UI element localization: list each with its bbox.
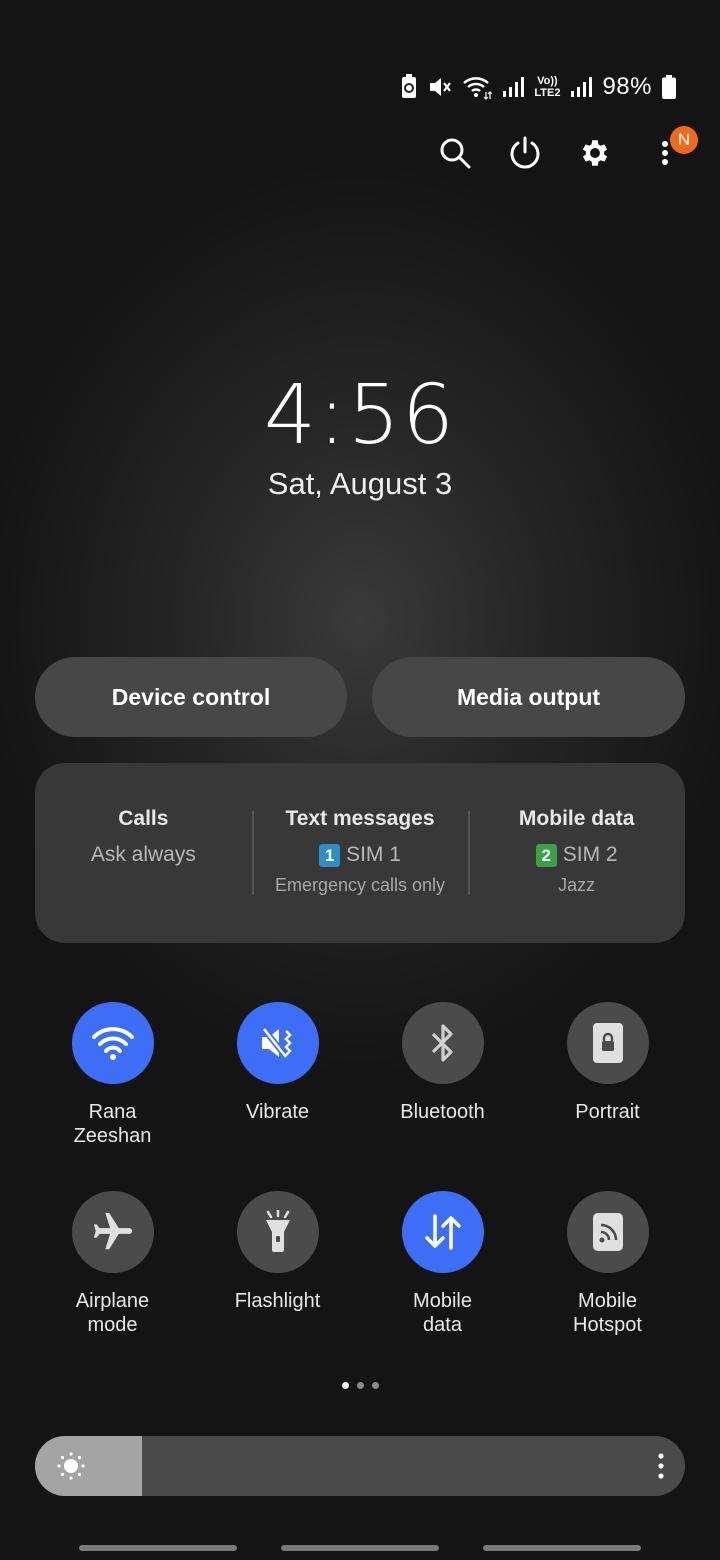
search-button[interactable] [438, 124, 472, 182]
battery-percent: 98% [602, 73, 652, 100]
tile-mobile-data[interactable]: Mobile data [360, 1191, 525, 1337]
sim-text-messages[interactable]: Text messages 1 SIM 1 Emergency calls on… [251, 763, 469, 943]
brightness-fill[interactable] [35, 1436, 143, 1496]
wifi-status-icon [463, 77, 493, 100]
sim-data-label: SIM 2 [562, 843, 618, 866]
brightness-more-icon[interactable] [655, 1450, 667, 1482]
sim-mobile-data[interactable]: Mobile data 2 SIM 2 Jazz [468, 763, 685, 943]
top-actions: N [438, 124, 698, 182]
sim-calls-value-text: Ask always [90, 843, 196, 866]
bluetooth-icon [431, 1024, 453, 1062]
sim-data-sub: Jazz [558, 875, 596, 895]
lte2-text: LTE2 [534, 87, 561, 99]
sim-text-label: SIM 1 [346, 843, 401, 866]
tile-vibrate[interactable]: Vibrate [195, 1002, 360, 1148]
tile-airplane[interactable]: Airplane mode [30, 1191, 195, 1337]
wifi-icon [91, 1027, 134, 1060]
sim-data-title: Mobile data [518, 807, 635, 830]
brightness-slider[interactable] [35, 1436, 685, 1496]
signal-sim2-icon [571, 77, 593, 97]
sim-calls-value: Ask always [91, 843, 196, 867]
volte-text: Vo)) [537, 75, 558, 87]
tile-portrait[interactable]: Portrait [525, 1002, 690, 1148]
tile-mobile-data-toggle[interactable] [401, 1191, 484, 1273]
search-icon [440, 138, 471, 169]
sim-text-title: Text messages [285, 807, 435, 830]
portrait-lock-icon [592, 1023, 623, 1063]
tile-mobile-data-label: Mobile data [413, 1290, 472, 1336]
nav-recents-button[interactable] [79, 1545, 237, 1551]
mute-icon [430, 78, 452, 96]
gear-icon [582, 140, 608, 166]
device-control-label: Device control [111, 683, 271, 710]
tile-flashlight-label: Flashlight [234, 1290, 321, 1312]
tile-portrait-label: Portrait [575, 1101, 640, 1123]
sim-calls-title: Calls [118, 807, 169, 830]
power-icon [510, 136, 540, 169]
power-button[interactable] [508, 124, 542, 182]
hotspot-icon [592, 1213, 623, 1251]
tile-vibrate-label: Vibrate [245, 1101, 309, 1123]
tile-bluetooth-label: Bluetooth [400, 1101, 485, 1123]
navigation-bar [0, 1545, 720, 1551]
clock-date: Sat, August 3 [267, 466, 453, 501]
tile-hotspot-toggle[interactable] [566, 1191, 649, 1273]
status-bar: Vo)) LTE2 98% [400, 70, 676, 104]
tile-bluetooth[interactable]: Bluetooth [360, 1002, 525, 1148]
tile-wifi-label: Rana Zeeshan [73, 1101, 152, 1147]
tile-bluetooth-toggle[interactable] [401, 1002, 484, 1084]
sim-data-value: 2 SIM 2 [535, 843, 618, 867]
tile-vibrate-toggle[interactable] [236, 1002, 319, 1084]
tile-portrait-toggle[interactable] [566, 1002, 649, 1084]
nav-back-button[interactable] [483, 1545, 641, 1551]
tile-flashlight[interactable]: Flashlight [195, 1191, 360, 1337]
device-control-button[interactable]: Device control [35, 657, 347, 737]
sim-manager-panel: Calls Ask always Text messages 1 SIM 1 E… [35, 763, 685, 943]
sim-text-value: 1 SIM 1 [319, 843, 401, 867]
tile-airplane-label: Airplane mode [75, 1290, 150, 1336]
tile-wifi[interactable]: Rana Zeeshan [30, 1002, 195, 1148]
page-dot-1[interactable] [341, 1382, 349, 1389]
brightness-sun-icon [57, 1452, 85, 1480]
media-output-button[interactable]: Media output [372, 657, 685, 737]
tile-hotspot[interactable]: Mobile Hotspot [525, 1191, 690, 1337]
settings-button[interactable] [578, 124, 612, 182]
vibrate-icon [261, 1027, 292, 1059]
page-dot-3[interactable] [371, 1382, 379, 1389]
quick-tiles-row-1: Rana Zeeshan Vibrate Bluetooth Portrait [30, 1002, 690, 1148]
clock-time: 4:56 [263, 368, 457, 463]
page-indicator [0, 1382, 720, 1389]
sim-text-sub: Emergency calls only [274, 875, 446, 895]
notification-badge: N [670, 126, 698, 154]
quick-tiles-row-2: Airplane mode Flashlight Mobile data Mob… [30, 1191, 690, 1337]
tile-wifi-toggle[interactable] [71, 1002, 154, 1084]
battery-saver-icon [402, 74, 417, 98]
nav-home-button[interactable] [281, 1545, 439, 1551]
sim1-badge-icon: 1 [319, 843, 341, 867]
volte-label: Vo)) LTE2 [534, 75, 560, 99]
tile-hotspot-label: Mobile Hotspot [573, 1290, 642, 1336]
airplane-icon [93, 1212, 132, 1250]
flashlight-icon [265, 1210, 290, 1252]
sim-calls[interactable]: Calls Ask always [35, 763, 252, 943]
media-output-label: Media output [456, 683, 601, 710]
battery-icon [662, 75, 676, 99]
tile-flashlight-toggle[interactable] [236, 1191, 319, 1273]
signal-sim1-icon [503, 77, 525, 97]
sim2-badge-icon: 2 [535, 843, 557, 867]
tile-airplane-toggle[interactable] [71, 1191, 154, 1273]
page-dot-2[interactable] [356, 1382, 364, 1389]
more-vertical-icon [662, 141, 668, 165]
mobile-data-icon [424, 1214, 461, 1250]
more-options-button[interactable]: N [648, 124, 698, 182]
